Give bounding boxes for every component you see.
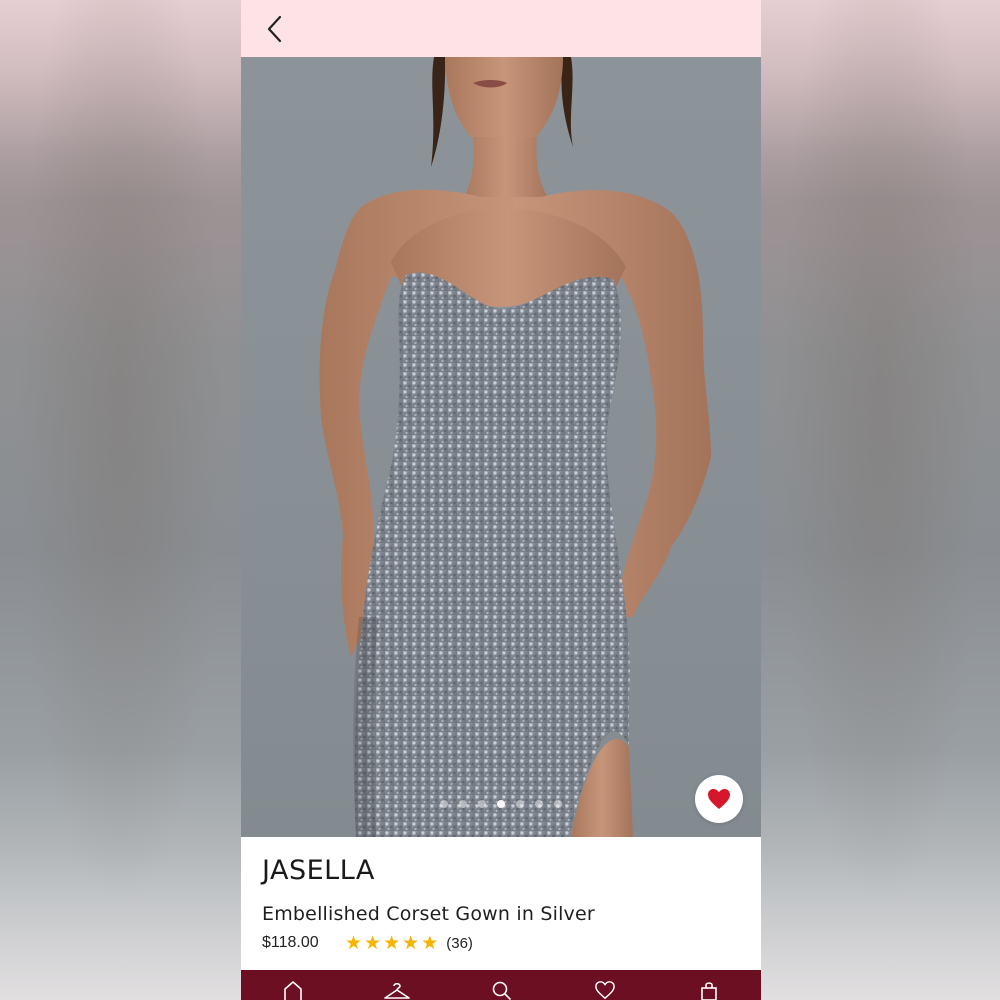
brand-name[interactable]: JASELLA <box>262 855 375 886</box>
nav-wishlist[interactable] <box>585 970 625 1000</box>
heart-icon <box>595 981 615 1000</box>
nav-search[interactable] <box>481 970 521 1000</box>
carousel-indicator <box>241 800 761 810</box>
carousel-dot[interactable] <box>478 800 486 808</box>
nav-home[interactable] <box>273 970 313 1000</box>
star-icon: ★ <box>421 932 439 954</box>
product-photo <box>319 57 711 837</box>
nav-shop[interactable] <box>377 970 417 1000</box>
back-button[interactable] <box>259 12 291 46</box>
rating-stars[interactable]: ★ ★ ★ ★ ★ (36) <box>345 933 473 953</box>
background-blur-right <box>761 0 1000 1000</box>
app-screen: JASELLA Embellished Corset Gown in Silve… <box>241 0 761 1000</box>
chevron-left-icon <box>267 15 282 43</box>
carousel-dot[interactable] <box>459 800 467 808</box>
nav-bag[interactable] <box>689 970 729 1000</box>
star-icon: ★ <box>364 932 382 954</box>
product-name: Embellished Corset Gown in Silver <box>262 903 595 925</box>
carousel-dot-active[interactable] <box>497 800 505 808</box>
star-icon: ★ <box>383 932 401 954</box>
carousel-dot[interactable] <box>535 800 543 808</box>
star-icon: ★ <box>345 932 363 954</box>
background-blur-left <box>0 0 241 1000</box>
hanger-icon <box>384 982 410 999</box>
bag-icon <box>701 982 717 1000</box>
search-icon <box>492 981 511 1000</box>
carousel-dot[interactable] <box>440 800 448 808</box>
heart-icon <box>708 789 730 809</box>
favorite-button[interactable] <box>695 775 743 823</box>
home-icon <box>284 981 302 1000</box>
star-icon: ★ <box>402 932 420 954</box>
review-count: (36) <box>446 934 473 952</box>
product-image-carousel[interactable] <box>241 57 761 837</box>
product-price: $118.00 <box>262 934 319 951</box>
product-info: JASELLA Embellished Corset Gown in Silve… <box>241 837 761 970</box>
carousel-dot[interactable] <box>516 800 524 808</box>
top-bar <box>241 0 761 57</box>
carousel-dot[interactable] <box>554 800 562 808</box>
bottom-navigation <box>241 970 761 1000</box>
